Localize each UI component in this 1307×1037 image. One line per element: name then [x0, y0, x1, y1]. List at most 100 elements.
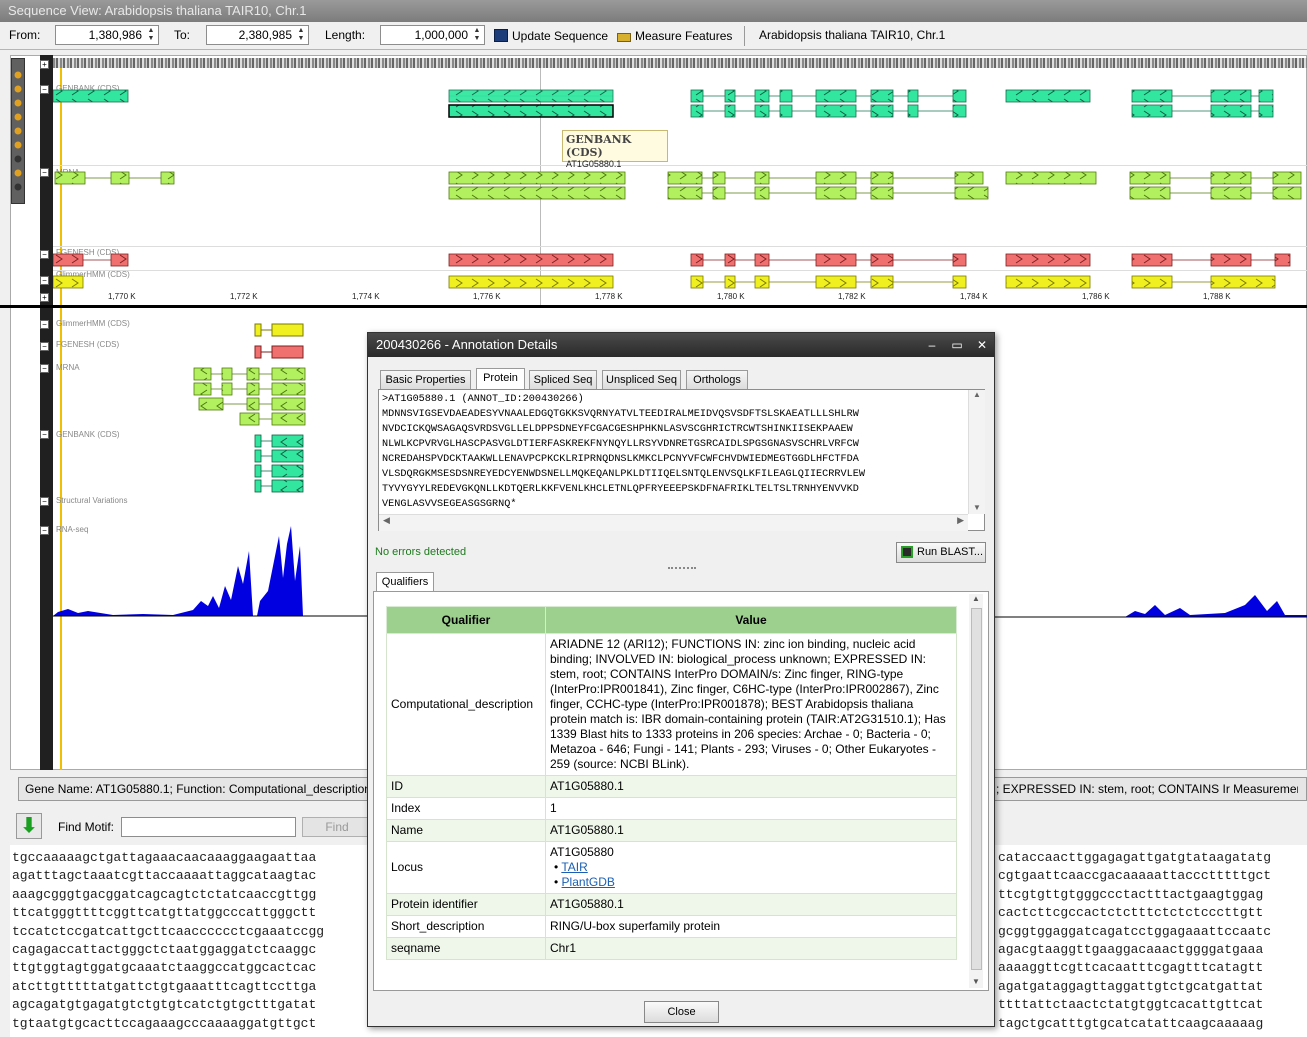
qualifier-key: Locus [386, 841, 546, 894]
table-row: Protein identifier AT1G05880.1 [386, 893, 957, 916]
glimmer-track-toggle[interactable]: − [40, 276, 49, 285]
ruler-tick: 1,778 K [595, 292, 623, 301]
find-motif-input[interactable] [121, 817, 296, 837]
ruler-tick: 1,782 K [838, 292, 866, 301]
ruler-tick: 1,780 K [717, 292, 745, 301]
qualifiers-table: Qualifier Value Computational_descriptio… [386, 606, 957, 960]
qualifier-value: AT1G05880 • TAIR • PlantGDB [545, 841, 957, 894]
tab-spliced-seq[interactable]: Spliced Seq [529, 370, 597, 389]
qualifier-value: AT1G05880.1 [545, 893, 957, 916]
structural-variations-toggle[interactable]: − [40, 497, 49, 506]
annotation-details-dialog: 200430266 - Annotation Details – ▭ ✕ Bas… [367, 332, 995, 1027]
minimize-icon[interactable]: – [924, 337, 940, 353]
lower-mrna-toggle[interactable]: − [40, 364, 49, 373]
density-overview[interactable] [53, 58, 1307, 68]
from-spinner-icon[interactable]: ▲ ▼ [146, 27, 156, 43]
feature-tracks-lower[interactable] [53, 316, 367, 620]
locus-link-plantgdb[interactable]: • PlantGDB [554, 875, 952, 890]
lower-genbank-toggle[interactable]: − [40, 430, 49, 439]
maximize-icon[interactable]: ▭ [949, 337, 965, 353]
dna-line-right: agacgtaaggttgaaggacaaactggggatgaaa [998, 942, 1264, 957]
update-sequence-button[interactable]: Update Sequence [494, 26, 608, 46]
rnaseq-toggle[interactable]: − [40, 526, 49, 535]
column-header-value: Value [545, 606, 957, 634]
qualifier-key: Computational_description [386, 633, 546, 776]
dna-line-right: gcggtggaggatcagatcctggagaaattccaatc [998, 923, 1272, 939]
rnaseq-coverage [53, 526, 303, 616]
download-arrow-icon[interactable]: ⬇ [16, 813, 42, 839]
close-button[interactable]: Close [644, 1001, 719, 1023]
qualifier-value: AT1G05880.1 [545, 819, 957, 842]
qualifier-key: Short_description [386, 915, 546, 938]
find-button[interactable]: Find [302, 817, 372, 837]
toolbar-separator [744, 26, 745, 46]
lower-glimmer-toggle[interactable]: − [40, 320, 49, 329]
ruler-tick: 1,774 K [352, 292, 380, 301]
tab-protein[interactable]: Protein [476, 368, 525, 390]
qualifier-key: seqname [386, 937, 546, 960]
tab-orthologs[interactable]: Orthologs [686, 370, 748, 389]
toolbar: From: 1,380,986 ▲ ▼ To: 2,380,985 ▲ ▼ Leng… [0, 22, 1307, 50]
vertical-scrollbar[interactable]: ▲ ▼ [968, 390, 985, 514]
genome-label: Arabidopsis thaliana TAIR10, Chr.1 [759, 28, 946, 42]
to-input[interactable]: 2,380,985 ▲ ▼ [206, 25, 309, 45]
dna-line-right: agatgataggagttaggattgtctgcatgattat [998, 978, 1264, 994]
from-input[interactable]: 1,380,986 ▲ ▼ [55, 25, 159, 45]
fgenesh-track-toggle[interactable]: − [40, 250, 49, 259]
ruler-tick: 1,786 K [1082, 292, 1110, 301]
table-row: Computational_description ARIADNE 12 (AR… [386, 633, 957, 776]
qualifier-value: AT1G05880.1 [545, 775, 957, 798]
scroll-thumb[interactable] [971, 608, 982, 970]
table-row: seqname Chr1 [386, 937, 957, 960]
protein-sequence-box[interactable]: >AT1G05880.1 (ANNOT_ID:200430266) MDNNSVI… [378, 389, 985, 531]
length-spinner-icon[interactable]: ▲ ▼ [472, 27, 482, 43]
table-row: Locus AT1G05880 • TAIR • PlantGDB [386, 841, 957, 894]
qualifiers-panel: Qualifier Value Computational_descriptio… [373, 591, 989, 991]
horizontal-scrollbar[interactable]: ◀ ▶ [379, 514, 968, 531]
ruler-axis [0, 305, 1307, 308]
mrna-track-toggle[interactable]: − [40, 168, 49, 177]
to-spinner-icon[interactable]: ▲ ▼ [296, 27, 306, 43]
table-row: Short_description RING/U-box superfamily… [386, 915, 957, 938]
dna-line-left: cagagaccattactgggctctaatggaggatctcaaggc [12, 942, 317, 957]
find-motif-label: Find Motif: [58, 820, 115, 834]
feature-tracks-upper[interactable] [53, 85, 1307, 295]
length-input[interactable]: 1,000,000 ▲ ▼ [380, 25, 485, 45]
ruler-tick: 1,788 K [1203, 292, 1231, 301]
qualifier-value: 1 [545, 797, 957, 820]
qualifier-value: Chr1 [545, 937, 957, 960]
protein-line: NLWLKCPVRVGLHASCPASVGLDTIERFASKREKFNYNQY… [382, 439, 859, 450]
genbank-features [53, 89, 1274, 118]
splitter-handle[interactable] [668, 567, 696, 573]
status-bar-right: ; EXPRESSED IN: stem, root; CONTAINS Ir … [996, 779, 1298, 799]
tab-basic-properties[interactable]: Basic Properties [380, 370, 471, 389]
close-icon[interactable]: ✕ [974, 337, 990, 353]
track-legend-strip[interactable] [11, 58, 25, 204]
qualifiers-scrollbar[interactable]: ▲ ▼ [969, 594, 983, 988]
protein-line: >AT1G05880.1 (ANNOT_ID:200430266) [382, 394, 584, 405]
protein-line: NCREDAHSPVDCKTAAKWLLENAVPCPKCKLRIPRNQDNS… [382, 454, 859, 465]
dna-line-right: ttttattctaactctatgtggtcacattgttcat [998, 997, 1264, 1013]
tooltip-title: GENBANK (CDS) [566, 133, 632, 159]
dna-line-left: atcttgtttttatgattctgtgaaatttcagttccttga [12, 978, 317, 994]
protein-sequence-text: >AT1G05880.1 (ANNOT_ID:200430266) MDNNSVI… [382, 392, 964, 512]
window-title: Sequence View: Arabidopsis thaliana TAIR… [0, 0, 1307, 22]
ruler-tick: 1,784 K [960, 292, 988, 301]
track-gutter [40, 55, 53, 770]
expand-all-toggle[interactable]: + [40, 60, 49, 69]
qualifier-key: ID [386, 775, 546, 798]
lower-fgenesh-toggle[interactable]: − [40, 342, 49, 351]
measure-features-button[interactable]: Measure Features [617, 26, 732, 46]
run-blast-button[interactable]: Run BLAST... [896, 542, 986, 563]
qualifier-value: RING/U-box superfamily protein [545, 915, 957, 938]
qualifier-key: Name [386, 819, 546, 842]
genbank-track-toggle[interactable]: − [40, 85, 49, 94]
ruler-toggle[interactable]: + [40, 293, 49, 302]
locus-link-tair[interactable]: • TAIR [554, 860, 952, 875]
dna-line-left: agatttagctaaatcgttaccaaaattaggcataagtac [12, 868, 317, 884]
table-row: Name AT1G05880.1 [386, 819, 957, 842]
rnaseq-coverage-right [995, 595, 1307, 618]
dna-line-left: tgtaatgtgcacttccagaaagcccaaaaggatgttgct [12, 1015, 317, 1031]
tab-unspliced-seq[interactable]: Unspliced Seq [602, 370, 681, 389]
ruler-tick: 1,772 K [230, 292, 258, 301]
